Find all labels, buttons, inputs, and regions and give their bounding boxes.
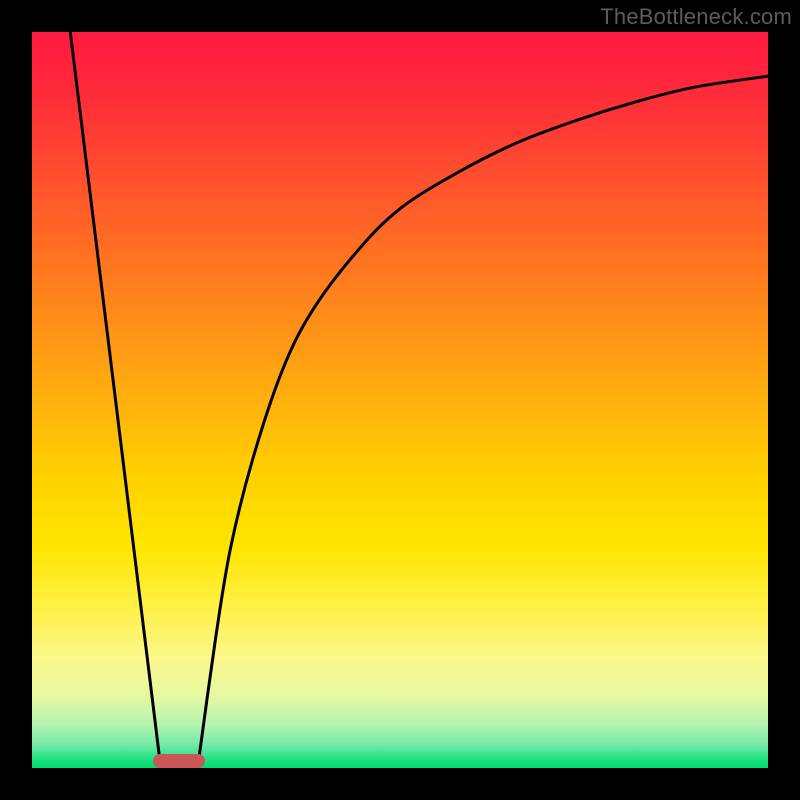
minimum-marker: [153, 754, 205, 768]
chart-plot-area: [32, 32, 768, 768]
chart-curves-svg: [32, 32, 768, 768]
chart-frame: TheBottleneck.com: [0, 0, 800, 800]
left-line-curve: [70, 32, 161, 768]
watermark-text: TheBottleneck.com: [600, 4, 792, 30]
right-asymptotic-curve: [198, 76, 768, 768]
